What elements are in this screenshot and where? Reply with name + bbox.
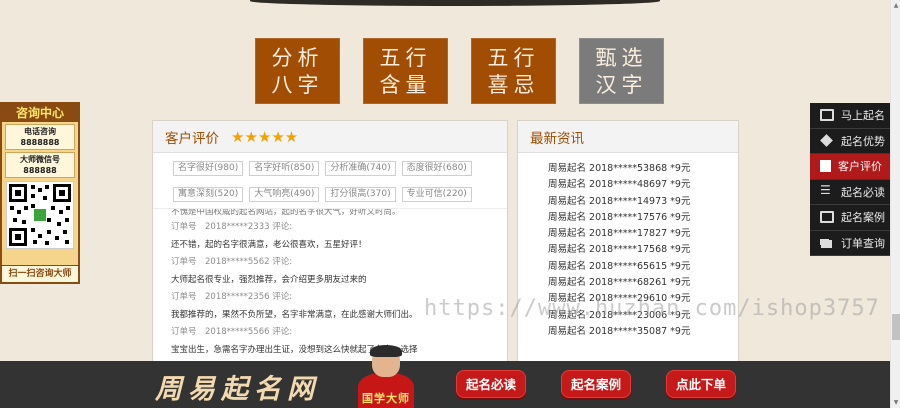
tile-select-characters[interactable]: 甄选 汉字	[579, 38, 664, 104]
tile-line2: 喜忌	[487, 73, 540, 97]
sidenav-label: 马上起名	[841, 109, 885, 123]
document-icon	[820, 160, 831, 173]
review-tag[interactable]: 名字很好(980)	[173, 161, 244, 176]
page-scrollbar[interactable]: ▲ ▼	[890, 0, 900, 408]
list-icon	[820, 183, 834, 198]
review-order: 订单号 2018*****2356 评论:	[171, 292, 293, 302]
review-comment: 我都推荐的，果然不负所望，名字非常满意，在此感谢大师们出。	[171, 309, 418, 320]
bottom-action-bar: 周易起名网 国学大师 起名必读 起名案例 点此下单	[0, 345, 890, 408]
news-list[interactable]: 周易起名 2018*****53868 *9元 周易起名 2018*****48…	[518, 153, 738, 340]
tile-five-elements-favor[interactable]: 五行 喜忌	[471, 38, 556, 104]
customer-reviews-panel: 客户评价 ★★★★★ 名字很好(980) 名字好听(850) 分析准确(740)…	[152, 120, 508, 364]
review-comment: 宝宝出生，急需名字办理出生证，没想到这么快就起了名字，选择	[171, 344, 418, 355]
review-tag[interactable]: 分析准确(740)	[325, 161, 396, 176]
news-title: 最新资讯	[530, 130, 584, 147]
news-item[interactable]: 周易起名 2018*****35087 *9元	[548, 324, 738, 340]
tile-line1: 分析	[271, 46, 324, 70]
place-order-button[interactable]: 点此下单	[666, 370, 736, 398]
id-card-icon	[820, 211, 834, 224]
tile-line2: 八字	[271, 73, 324, 97]
news-item[interactable]: 周易起名 2018*****17576 *9元	[548, 210, 738, 226]
stack-icon	[820, 237, 834, 249]
id-card-icon	[820, 109, 834, 122]
master-portrait: 国学大师	[350, 345, 422, 408]
news-item[interactable]: 周易起名 2018*****68261 *9元	[548, 275, 738, 291]
scroll-up-icon[interactable]: ▲	[892, 2, 900, 9]
wechat-label: 大师微信号	[20, 155, 60, 164]
phone-number[interactable]: 8888888	[6, 137, 74, 148]
wechat-id: 888888	[23, 166, 57, 175]
side-navigation: 马上起名 起名优势 客户评价 起名必读 起名案例 订单查询	[810, 103, 890, 256]
sidenav-label: 客户评价	[838, 160, 882, 174]
tile-line1: 五行	[487, 46, 540, 70]
review-tag[interactable]: 专业可信(220)	[401, 187, 472, 202]
scroll-down-icon[interactable]: ▼	[892, 399, 900, 406]
review-comment-partial: 不愧是中国权威的起名网站，起的名字很大气，好听又时尚。	[171, 209, 401, 217]
review-tag[interactable]: 寓意深刻(520)	[173, 187, 244, 202]
sidenav-order-query[interactable]: 订单查询	[810, 230, 890, 256]
review-tag[interactable]: 态度很好(680)	[401, 161, 472, 176]
tile-line2: 含量	[379, 73, 432, 97]
review-order: 订单号 2018*****2333 评论:	[171, 222, 293, 232]
tile-line1: 五行	[379, 46, 432, 70]
diamond-icon	[820, 135, 834, 147]
consult-center-panel: 咨询中心 电话咨询 8888888 大师微信号 888888 扫一扫咨询大师	[0, 102, 80, 284]
star-rating-icon: ★★★★★	[231, 127, 299, 146]
review-tag[interactable]: 打分很高(370)	[325, 187, 396, 202]
sidenav-label: 订单查询	[841, 236, 885, 250]
site-logo: 周易起名网	[155, 374, 320, 405]
must-read-button[interactable]: 起名必读	[456, 370, 526, 398]
news-item[interactable]: 周易起名 2018*****65615 *9元	[548, 259, 738, 275]
decorative-brush-stroke	[250, 0, 660, 6]
tile-five-elements-content[interactable]: 五行 含量	[363, 38, 448, 104]
review-tags: 名字很好(980) 名字好听(850) 分析准确(740) 态度很好(680) …	[153, 153, 507, 209]
consult-title: 咨询中心	[2, 104, 78, 122]
sidenav-customer-reviews[interactable]: 客户评价	[810, 154, 890, 180]
sidenav-start-naming[interactable]: 马上起名	[810, 103, 890, 129]
news-item[interactable]: 周易起名 2018*****14973 *9元	[548, 194, 738, 210]
qr-code-icon	[6, 181, 74, 249]
sidenav-advantages[interactable]: 起名优势	[810, 128, 890, 154]
scrollbar-thumb[interactable]	[892, 314, 900, 340]
news-item[interactable]: 周易起名 2018*****29610 *9元	[548, 291, 738, 307]
tile-analyze-bazi[interactable]: 分析 八字	[255, 38, 340, 104]
review-comment: 还不错，起的名字很满意，老公很喜欢，五星好评！	[171, 239, 367, 250]
sidenav-label: 起名必读	[841, 185, 885, 199]
sidenav-cases[interactable]: 起名案例	[810, 205, 890, 231]
news-item[interactable]: 周易起名 2018*****48697 *9元	[548, 177, 738, 193]
news-item[interactable]: 周易起名 2018*****17568 *9元	[548, 242, 738, 258]
reviews-title: 客户评价	[165, 130, 219, 147]
master-caption: 国学大师	[362, 392, 410, 405]
latest-news-panel: 最新资讯 周易起名 2018*****53868 *9元 周易起名 2018**…	[517, 120, 739, 364]
review-order: 订单号 2018*****5562 评论:	[171, 257, 293, 267]
reviews-header: 客户评价 ★★★★★	[153, 121, 507, 153]
phone-label: 电话咨询	[24, 127, 56, 136]
sidenav-label: 起名案例	[841, 211, 885, 225]
review-tag[interactable]: 名字好听(850)	[249, 161, 320, 176]
review-comment: 大师起名很专业，强烈推荐，会介绍更多朋友过来的	[171, 274, 367, 285]
master-hair	[370, 345, 402, 357]
review-tag[interactable]: 大气响亮(490)	[249, 187, 320, 202]
news-header: 最新资讯	[518, 121, 738, 153]
news-item[interactable]: 周易起名 2018*****17827 *9元	[548, 226, 738, 242]
sidenav-label: 起名优势	[841, 134, 885, 148]
scan-consult-text: 扫一扫咨询大师	[2, 265, 78, 282]
naming-cases-button[interactable]: 起名案例	[561, 370, 631, 398]
review-list[interactable]: 不愧是中国权威的起名网站，起的名字很大气，好听又时尚。 订单号 2018****…	[153, 209, 507, 359]
sidenav-must-read[interactable]: 起名必读	[810, 179, 890, 205]
news-item[interactable]: 周易起名 2018*****23006 *9元	[548, 308, 738, 324]
tile-line2: 汉字	[595, 73, 648, 97]
tile-line1: 甄选	[595, 46, 648, 70]
phone-box: 电话咨询 8888888	[5, 124, 75, 150]
review-order: 订单号 2018*****5566 评论:	[171, 327, 293, 337]
news-item[interactable]: 周易起名 2018*****53868 *9元	[548, 161, 738, 177]
wechat-box: 大师微信号 888888	[5, 152, 75, 178]
